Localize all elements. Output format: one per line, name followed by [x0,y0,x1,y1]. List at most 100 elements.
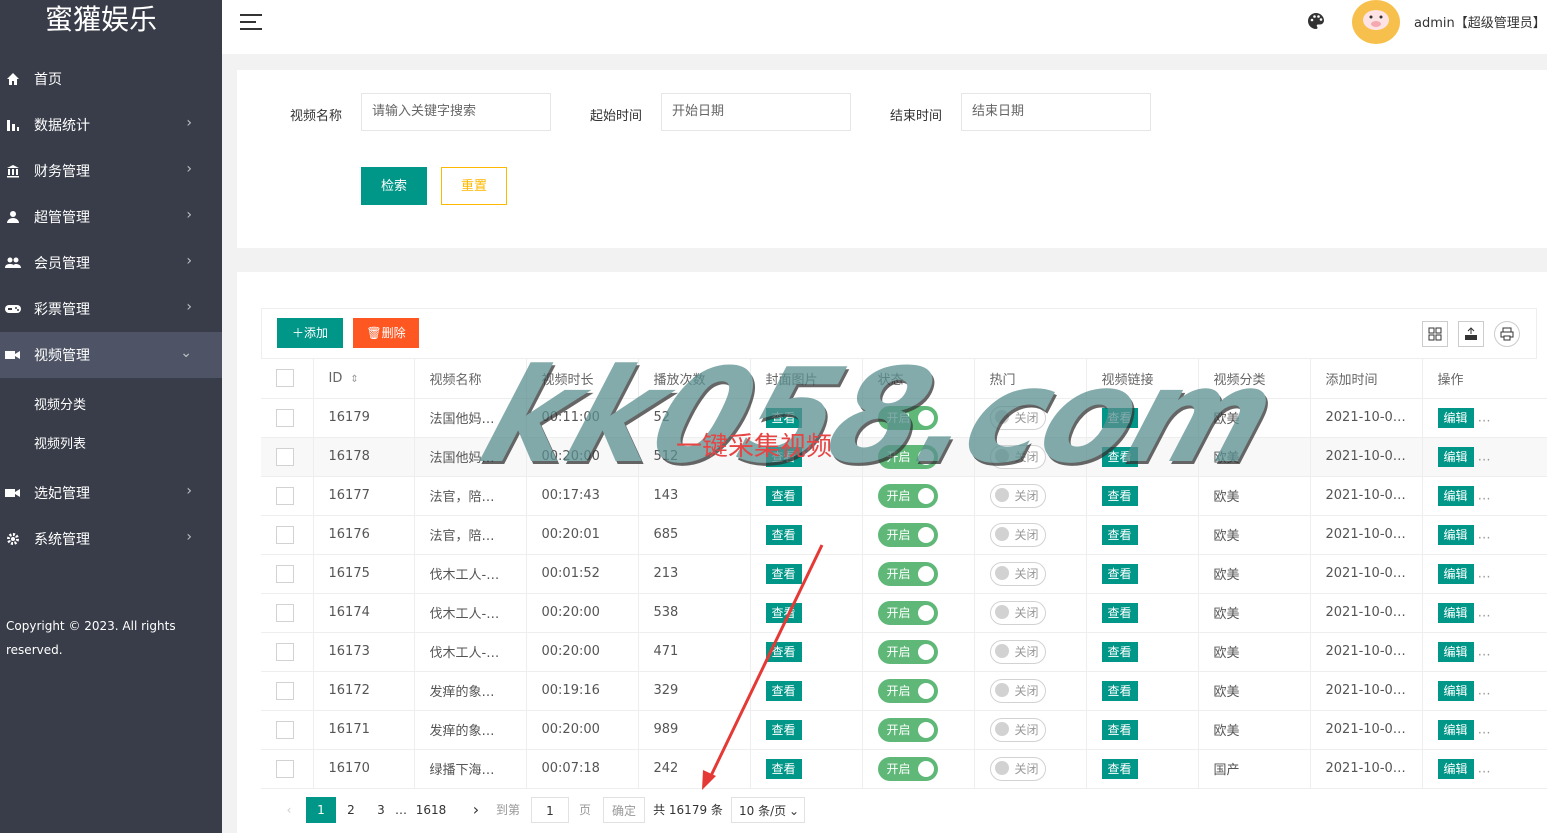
hot-cell: 关闭 [974,515,1087,555]
hot-switch[interactable]: 关闭 [989,561,1046,586]
next-page-icon[interactable]: › [466,797,486,823]
view-cover-button[interactable]: 查看 [765,602,802,623]
goto-page-input[interactable]: 1 [531,797,569,823]
row-checkbox[interactable] [276,759,294,778]
sidebar-item-after-1[interactable]: 系统管理 › [0,516,222,562]
page-last[interactable]: 1618 [413,797,449,823]
status-switch[interactable]: 开启 [877,639,938,664]
page-size-select[interactable]: 10 条/页 ⌄ [731,797,805,823]
home-icon [4,70,22,88]
status-switch[interactable]: 开启 [877,678,938,703]
sidebar-item-6[interactable]: 视频管理 ⌄ [0,332,222,378]
link-cell: 查看 [1086,671,1199,711]
table-row: 16172 发痒的象… 00:19:16 329 查看 开启 关闭 查看 欧美 2021-10-0… [261,671,1547,711]
view-cover-button[interactable]: 查看 [765,680,802,701]
page-2[interactable]: 2 [341,797,361,823]
delete-button[interactable]: 🗑删除 [353,318,419,348]
link-cell: 查看 [1086,515,1199,555]
prev-page-icon[interactable]: ‹ [279,797,299,823]
sidebar-item-4[interactable]: 会员管理 › [0,240,222,286]
view-link-button[interactable]: 查看 [1101,680,1138,701]
sidebar-item-5[interactable]: 彩票管理 › [0,286,222,332]
category-cell: 欧美 [1198,632,1311,672]
sidebar-item-after-0[interactable]: 选妃管理 › [0,470,222,516]
edit-button[interactable]: 编辑 [1437,680,1474,701]
status-cell: 开启 [862,749,975,789]
reset-button[interactable]: 重置 [441,167,507,205]
view-cover-button[interactable]: 查看 [765,524,802,545]
row-checkbox[interactable] [276,525,294,544]
edit-button[interactable]: 编辑 [1437,563,1474,584]
row-checkbox[interactable] [276,720,294,739]
goto-label: 到第 [495,803,520,817]
column-header[interactable]: ID ⇕ [313,359,415,399]
sidebar-subitem-1[interactable]: 视频列表 [0,425,222,464]
edit-button[interactable]: 编辑 [1437,446,1474,467]
columns-filter-icon[interactable] [1422,321,1448,347]
hot-switch[interactable]: 关闭 [989,756,1046,781]
edit-button[interactable]: 编辑 [1437,407,1474,428]
edit-button[interactable]: 编辑 [1437,602,1474,623]
export-icon[interactable] [1458,321,1484,347]
row-checkbox[interactable] [276,564,294,583]
view-link-button[interactable]: 查看 [1101,524,1138,545]
page-3[interactable]: 3 [371,797,391,823]
video-name-input[interactable]: 请输入关键字搜索 [361,93,551,131]
add-button[interactable]: ＋添加 [277,318,343,348]
hot-switch[interactable]: 关闭 [989,600,1046,625]
sort-icon[interactable]: ⇕ [350,374,358,385]
sidebar-item-3[interactable]: 超管管理 › [0,194,222,240]
user-name[interactable]: admin【超级管理员】 [1414,12,1546,31]
sidebar-subitem-0[interactable]: 视频分类 [0,386,222,425]
view-cover-button[interactable]: 查看 [765,641,802,662]
column-header: 添加时间 [1310,359,1423,399]
goto-confirm-button[interactable]: 确定 [603,797,645,823]
start-date-input[interactable]: 开始日期 [661,93,851,131]
sidebar-item-0[interactable]: 首页 [0,56,222,102]
view-link-button[interactable]: 查看 [1101,641,1138,662]
view-cover-button[interactable]: 查看 [765,758,802,779]
sidebar-item-label: 选妃管理 [34,486,90,502]
view-link-button[interactable]: 查看 [1101,563,1138,584]
status-switch[interactable]: 开启 [877,717,938,742]
search-button[interactable]: 检索 [361,167,427,205]
row-checkbox[interactable] [276,603,294,622]
status-switch[interactable]: 开启 [877,561,938,586]
row-checkbox[interactable] [276,681,294,700]
edit-button[interactable]: 编辑 [1437,719,1474,740]
status-switch[interactable]: 开启 [877,756,938,781]
status-switch[interactable]: 开启 [877,600,938,625]
hot-switch[interactable]: 关闭 [989,678,1046,703]
hot-switch[interactable]: 关闭 [989,639,1046,664]
hot-switch[interactable]: 关闭 [989,522,1046,547]
print-icon[interactable] [1494,321,1520,347]
avatar[interactable] [1352,0,1400,44]
cover-cell: 查看 [750,749,863,789]
theme-palette-icon[interactable] [1307,12,1325,30]
page-current[interactable]: 1 [306,797,336,823]
view-link-button[interactable]: 查看 [1101,758,1138,779]
hot-switch[interactable]: 关闭 [989,717,1046,742]
view-link-button[interactable]: 查看 [1101,719,1138,740]
row-checkbox[interactable] [276,447,294,466]
edit-button[interactable]: 编辑 [1437,485,1474,506]
edit-button[interactable]: 编辑 [1437,758,1474,779]
sidebar-item-1[interactable]: 数据统计 › [0,102,222,148]
select-all-checkbox[interactable] [276,369,294,388]
view-cover-button[interactable]: 查看 [765,719,802,740]
status-switch[interactable]: 开启 [877,522,938,547]
sidebar-item-2[interactable]: 财务管理 › [0,148,222,194]
edit-button[interactable]: 编辑 [1437,641,1474,662]
row-checkbox[interactable] [276,486,294,505]
edit-button[interactable]: 编辑 [1437,524,1474,545]
view-link-button[interactable]: 查看 [1101,602,1138,623]
end-date-input[interactable]: 结束日期 [961,93,1151,131]
row-checkbox[interactable] [276,408,294,427]
column-header: 操作 [1422,359,1547,399]
view-cover-button[interactable]: 查看 [765,563,802,584]
more-ellipsis: … [1473,605,1491,620]
page-ellipsis: … [395,803,407,817]
menu-toggle-icon[interactable] [240,14,262,30]
row-checkbox[interactable] [276,642,294,661]
top-bar: admin【超级管理员】 [222,0,1547,54]
